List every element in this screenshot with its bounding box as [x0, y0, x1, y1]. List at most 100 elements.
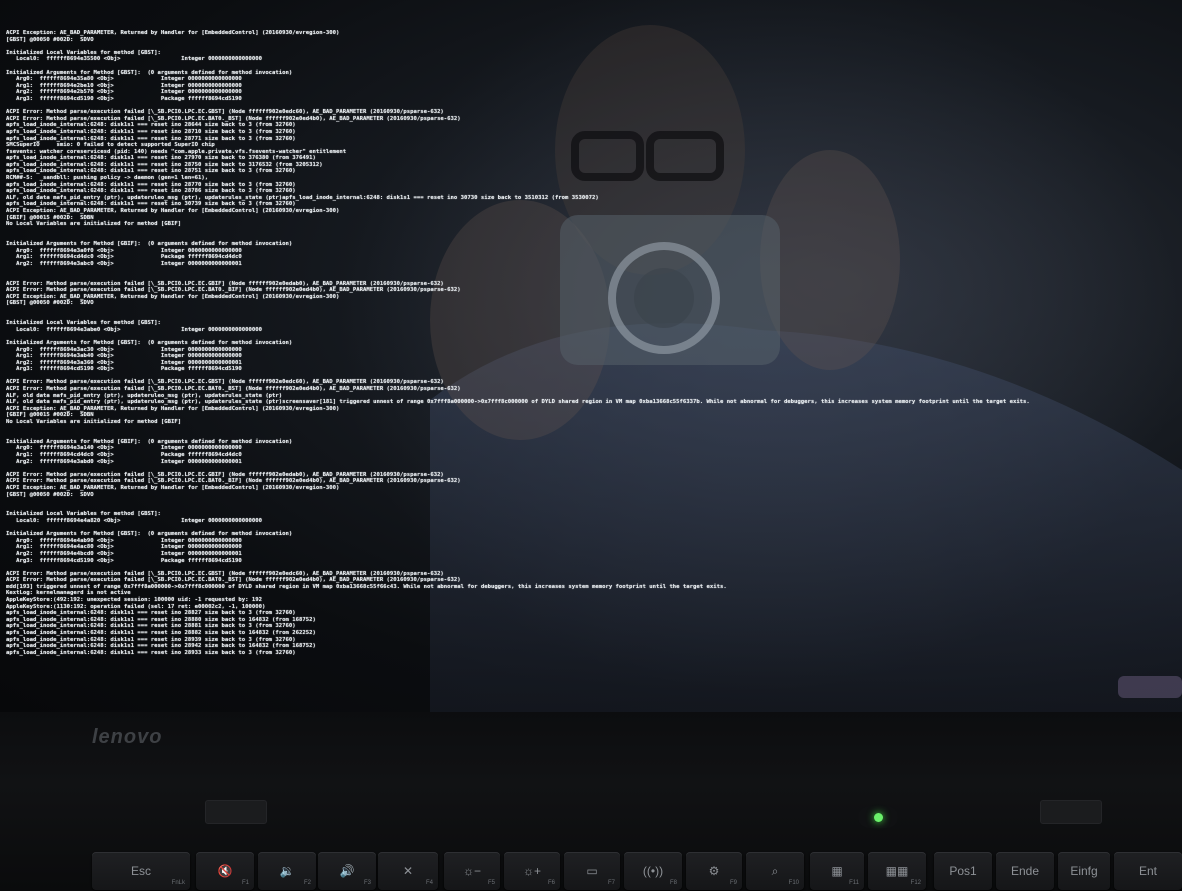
console-line: Local0: ffffff8694e4a820 <Obj> Integer 0… — [6, 517, 262, 524]
console-line: Local0: ffffff8694e3abe0 <Obj> Integer 0… — [6, 326, 262, 333]
key-label: ☼− — [462, 864, 481, 878]
key-sublabel: F1 — [241, 880, 249, 886]
console-line: apfs_load_inode_internal:6248: disk1s1 =… — [6, 649, 296, 656]
window-icon[interactable]: ▦ F11 — [810, 852, 864, 890]
kernel-log-console: ACPI Exception: AE_BAD_PARAMETER, Return… — [6, 30, 1182, 710]
console-line: [GBIF] @00015 #002D: SDBN — [6, 214, 94, 221]
key-sublabel: F7 — [607, 880, 615, 886]
console-line: Initialized Local Variables for method [… — [6, 511, 161, 518]
search-icon[interactable]: ⌕ F10 — [746, 852, 804, 890]
console-line: Initialized Arguments for Method [GBST]:… — [6, 339, 293, 346]
console-line: Arg2: ffffff8694e3abc0 <Obj> Integer 000… — [6, 260, 242, 267]
console-line: ACPI Exception: AE_BAD_PARAMETER, Return… — [6, 484, 340, 491]
console-line: mdd[193] triggered unnest of range 0x7ff… — [6, 583, 727, 590]
function-key-row: Esc FnLk 🔇 F1 🔉 F2 🔊 F3 ✕ F4 ☼− F5 ☼+ F6 ▭ F7 ((•)) F8 ⚙ F9… — [0, 842, 1182, 891]
console-line: ACPI Exception: AE_BAD_PARAMETER, Return… — [6, 405, 340, 412]
console-line: Arg2: ffffff8694e4bcd0 <Obj> Integer 000… — [6, 550, 242, 557]
apps-icon[interactable]: ▦▦ F12 — [868, 852, 926, 890]
end-key[interactable]: Ende — [996, 852, 1054, 890]
console-line: apfs_load_inode_internal:6248: disk1s1 =… — [6, 122, 296, 129]
console-line: AppleKeyStore:(492:192: unexpected sessi… — [6, 597, 262, 604]
key-label: 🔊 — [339, 864, 355, 878]
key-label: ▭ — [586, 864, 598, 878]
display-icon[interactable]: ▭ F7 — [564, 852, 620, 890]
volume-down-icon[interactable]: 🔉 F2 — [258, 852, 316, 890]
left-hinge — [205, 800, 267, 824]
insert-key[interactable]: Einfg — [1058, 852, 1110, 890]
key-label: ▦▦ — [885, 864, 909, 878]
key-sublabel: F8 — [669, 880, 677, 886]
key-sublabel: F10 — [788, 880, 799, 886]
key-label: ⚙ — [708, 864, 720, 878]
console-line: Arg0: ffffff8694e3a140 <Obj> Integer 000… — [6, 445, 242, 452]
wireless-icon[interactable]: ((•)) F8 — [624, 852, 682, 890]
brightness-down-icon[interactable]: ☼− F5 — [444, 852, 500, 890]
console-line: ACPI Error: Method parse/execution faile… — [6, 109, 444, 116]
volume-up-icon[interactable]: 🔊 F3 — [318, 852, 376, 890]
key-label: ⌕ — [771, 863, 779, 878]
right-hinge — [1040, 800, 1102, 824]
console-line: Arg0: ffffff8694e35a80 <Obj> Integer 000… — [6, 76, 242, 83]
key-sublabel: F5 — [487, 880, 495, 886]
laptop-screen: ACPI Exception: AE_BAD_PARAMETER, Return… — [0, 0, 1182, 712]
console-line: SMCSuperIO smio: 0 failed to detect supp… — [6, 142, 215, 149]
console-line: RCM##-5: _sandbll: pushing policy -> dae… — [6, 175, 209, 182]
console-line: Arg1: ffffff8694cd4dc0 <Obj> Package fff… — [6, 254, 242, 261]
mic-mute-icon[interactable]: ✕ F4 — [378, 852, 438, 890]
key-sublabel: F2 — [303, 880, 311, 886]
console-line: Initialized Local Variables for method [… — [6, 320, 161, 327]
console-line: No Local Variables are initialized for m… — [6, 221, 182, 228]
laptop-photo: ACPI Exception: AE_BAD_PARAMETER, Return… — [0, 0, 1182, 891]
console-line: [GBIF] @00015 #002D: SDBN — [6, 412, 94, 419]
console-line: ACPI Error: Method parse/execution faile… — [6, 577, 461, 584]
console-line: Arg1: ffffff8694cd4dc0 <Obj> Package fff… — [6, 452, 242, 458]
console-line: Arg3: ffffff8694cd5190 <Obj> Package fff… — [6, 95, 242, 102]
console-line: Arg3: ffffff8694cd5190 <Obj> Package fff… — [6, 366, 242, 373]
console-line: Arg2: ffffff8694e2b570 <Obj> Integer 000… — [6, 89, 242, 96]
console-line: Local0: ffffff8694e35500 <Obj> Integer 0… — [6, 56, 262, 63]
console-line: Arg2: ffffff8694e3abd0 <Obj> Integer 000… — [6, 458, 242, 465]
esc-key[interactable]: Esc FnLk — [92, 852, 190, 890]
key-sublabel: FnLk — [171, 880, 185, 886]
key-label: Ent — [1138, 864, 1157, 878]
console-line: apfs_load_inode_internal:6248: disk1s1 =… — [6, 610, 296, 617]
console-line: Arg3: ffffff8694cd5190 <Obj> Package fff… — [6, 557, 242, 564]
power-led-icon — [874, 813, 883, 822]
console-line: [GBST] @00050 #002D: SDVO — [6, 300, 94, 307]
console-line: [GBST] @00050 #002D: SDVO — [6, 36, 94, 43]
console-line: ACPI Exception: AE_BAD_PARAMETER, Return… — [6, 208, 340, 215]
console-line: apfs_load_inode_internal:6248: disk1s1 =… — [6, 630, 316, 637]
key-label: Pos1 — [949, 864, 977, 878]
delete-key[interactable]: Ent — [1114, 852, 1182, 890]
mute-icon[interactable]: 🔇 F1 — [196, 852, 254, 890]
key-label: Esc — [130, 864, 151, 878]
key-sublabel: F9 — [729, 880, 737, 886]
console-line: Initialized Arguments for Method [GBIF]:… — [6, 241, 293, 247]
key-label: ((•)) — [642, 864, 664, 878]
brightness-up-icon[interactable]: ☼+ F6 — [504, 852, 560, 890]
home-key[interactable]: Pos1 — [934, 852, 992, 890]
console-line: ACPI Exception: AE_BAD_PARAMETER, Return… — [6, 30, 340, 36]
console-line: ACPI Error: Method parse/execution faile… — [6, 386, 461, 393]
console-line: No Local Variables are initialized for m… — [6, 419, 182, 426]
key-sublabel: F11 — [849, 880, 859, 886]
console-line: apfs_load_inode_internal:6248: disk1s1 =… — [6, 155, 316, 162]
key-label: Ende — [1010, 864, 1040, 878]
console-line: ACPI Error: Method parse/execution faile… — [6, 478, 461, 485]
key-sublabel: F4 — [425, 880, 433, 886]
settings-icon[interactable]: ⚙ F9 — [686, 852, 742, 890]
key-label: 🔉 — [279, 864, 295, 878]
key-sublabel: F3 — [363, 880, 371, 886]
